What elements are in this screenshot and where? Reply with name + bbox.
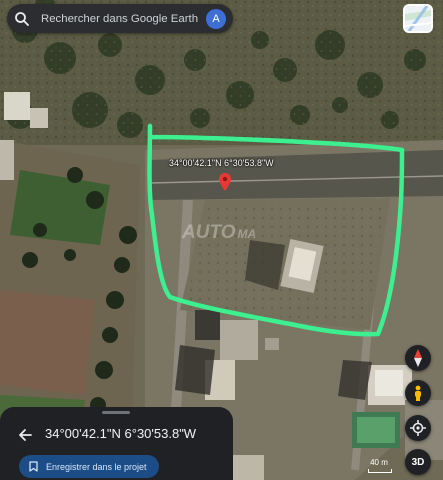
map-thumbnail-icon — [405, 6, 431, 31]
search-input[interactable]: Rechercher dans Google Earth — [41, 13, 206, 25]
back-arrow-icon[interactable] — [18, 428, 32, 442]
crosshair-icon — [410, 420, 426, 436]
scale-bar — [368, 469, 392, 473]
my-location-button[interactable] — [405, 415, 431, 441]
map-layers-button[interactable] — [403, 4, 433, 33]
sheet-drag-handle[interactable] — [102, 411, 130, 414]
scale-indicator: 40 m — [366, 458, 392, 474]
bookmark-icon — [29, 461, 38, 472]
3d-toggle-button[interactable]: 3D — [405, 449, 431, 475]
location-pin-icon[interactable] — [219, 173, 231, 191]
place-bottom-sheet[interactable]: 34°00'42.1"N 6°30'53.8"W Enregistrer dan… — [0, 407, 233, 480]
save-to-project-label: Enregistrer dans le projet — [46, 461, 147, 472]
pin-coordinate-label: 34°00'42.1"N 6°30'53.8"W — [169, 158, 274, 168]
compass-icon — [414, 349, 422, 367]
scale-label: 40 m — [370, 458, 388, 467]
save-to-project-button[interactable]: Enregistrer dans le projet — [19, 455, 159, 478]
watermark-text: AUTO — [182, 222, 236, 243]
place-title: 34°00'42.1"N 6°30'53.8"W — [45, 426, 197, 441]
compass-button[interactable] — [405, 345, 431, 371]
watermark-suffix: MA — [237, 227, 257, 241]
search-icon — [15, 11, 29, 26]
pegman-icon — [415, 385, 421, 401]
search-bar[interactable]: Rechercher dans Google Earth A — [7, 4, 233, 33]
account-avatar[interactable]: A — [206, 8, 226, 29]
street-view-button[interactable] — [405, 380, 431, 406]
watermark: AUTO MA — [182, 222, 256, 244]
